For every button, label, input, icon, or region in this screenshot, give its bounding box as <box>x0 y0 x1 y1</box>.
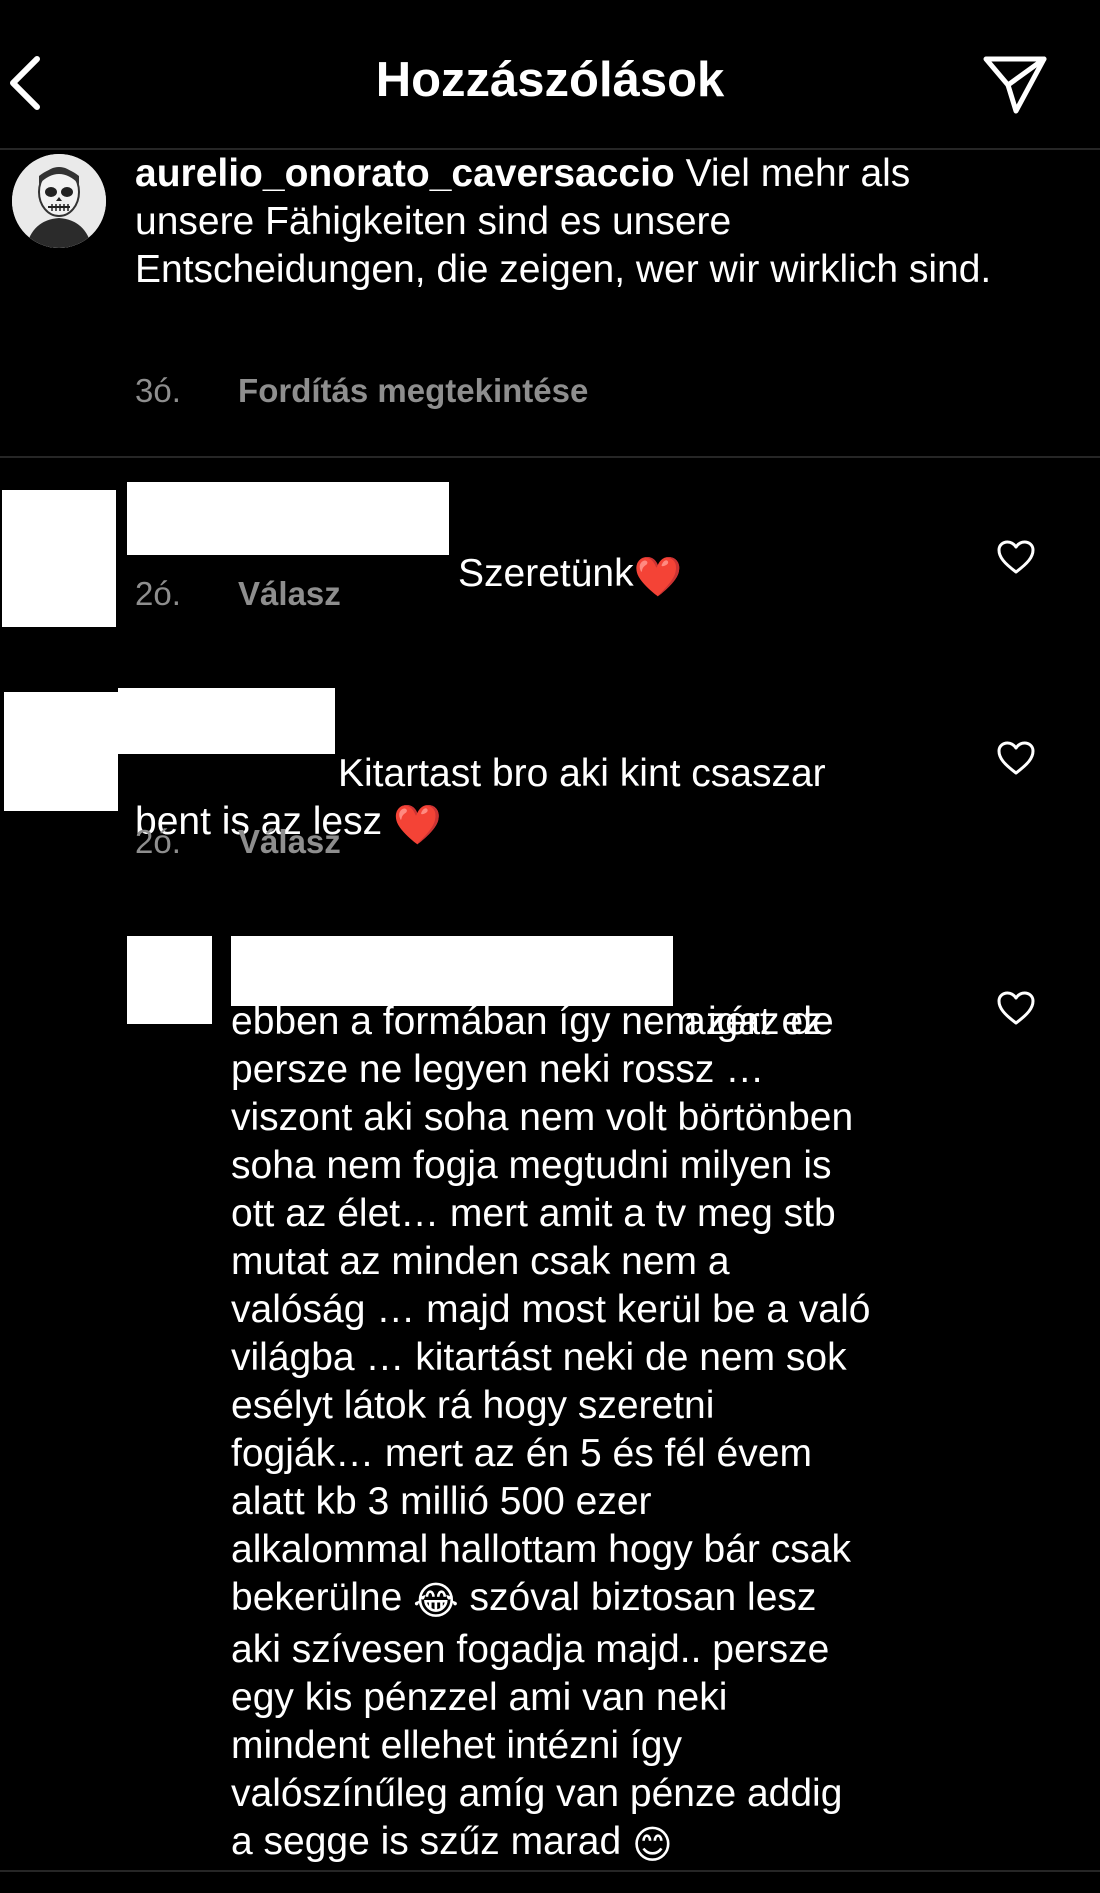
smiling-emoji: 😊 <box>632 1824 673 1867</box>
bottom-divider <box>0 1870 1100 1872</box>
red-heart-emoji: ❤️ <box>633 556 683 599</box>
paper-plane-icon <box>983 56 1047 114</box>
laughing-emoji: 😂 <box>413 1580 459 1623</box>
username-redacted[interactable] <box>231 936 673 1006</box>
caption-text: aurelio_onorato_caversaccio Viel mehr al… <box>135 150 1015 294</box>
avatar[interactable] <box>12 154 106 248</box>
like-button[interactable] <box>994 535 1038 579</box>
comment-text: Szeretünk❤️ <box>458 502 682 602</box>
like-button[interactable] <box>994 986 1038 1030</box>
like-button[interactable] <box>994 736 1038 780</box>
caption-divider <box>0 456 1100 458</box>
avatar-redacted[interactable] <box>2 490 116 627</box>
skull-avatar-icon <box>12 154 106 248</box>
username-redacted[interactable] <box>118 688 335 754</box>
see-translation-button[interactable]: Fordítás megtekintése <box>238 372 588 409</box>
page-title: Hozzászólások <box>375 53 725 107</box>
avatar-redacted[interactable] <box>127 936 212 1024</box>
heart-outline-icon <box>997 991 1035 1025</box>
caption-time: 3ó. <box>135 372 181 409</box>
reply-button[interactable]: Válasz <box>238 575 341 612</box>
reply-text: ebben a formában így nem igaz de persze … <box>231 998 991 1870</box>
comment-time: 2ó. <box>135 575 181 612</box>
caption-meta: 3ó. Fordítás megtekintése <box>135 372 588 410</box>
share-button[interactable] <box>980 50 1050 120</box>
reply-button[interactable]: Válasz <box>238 823 341 860</box>
header: Hozzászólások <box>0 0 1100 150</box>
comment-meta: 2ó. Válasz <box>135 823 341 861</box>
red-heart-emoji: ❤️ <box>392 804 442 847</box>
heart-outline-icon <box>997 540 1035 574</box>
caption-username[interactable]: aurelio_onorato_caversaccio <box>135 152 675 195</box>
comment-time: 2ó. <box>135 823 181 860</box>
heart-outline-icon <box>997 741 1035 775</box>
avatar-redacted[interactable] <box>4 692 118 811</box>
username-redacted[interactable] <box>127 482 449 555</box>
comment-meta: 2ó. Válasz <box>135 575 341 613</box>
